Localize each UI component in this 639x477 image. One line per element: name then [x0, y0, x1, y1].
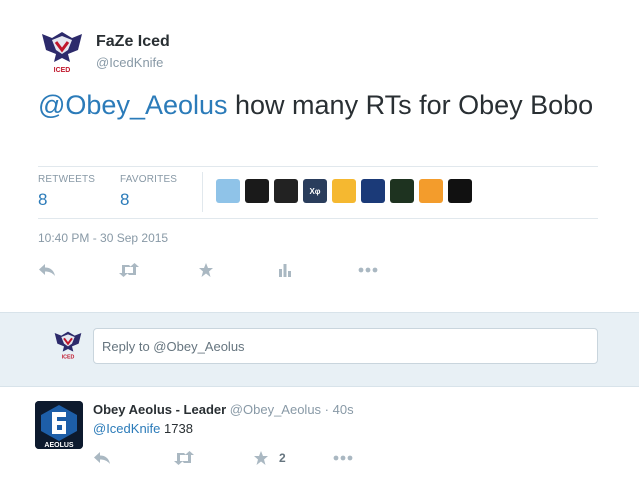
author-name[interactable]: FaZe Iced [96, 33, 170, 51]
reply-icon [94, 452, 110, 464]
retweet-icon [174, 451, 194, 465]
stats-separator [202, 172, 203, 212]
reply-tweet: AEOLUS Obey Aeolus - Leader @Obey_Aeolus… [0, 390, 639, 477]
favorites-count[interactable]: 8 [120, 190, 177, 210]
reply-favorite-count: 2 [279, 451, 286, 465]
reply-retweet-action[interactable] [173, 449, 253, 467]
favorite-action[interactable] [198, 261, 278, 279]
avatar-text: ICED [54, 67, 71, 74]
avatar-face-9[interactable] [448, 179, 472, 203]
reply-reply-action[interactable] [93, 449, 173, 467]
reply-favorite-action[interactable]: 2 [253, 449, 333, 467]
reply-icon [39, 264, 55, 276]
reply-input[interactable]: Reply to @Obey_Aeolus [93, 328, 598, 364]
stats-divider-top [38, 166, 598, 167]
reply-text-body: 1738 [160, 421, 193, 436]
star-icon [199, 263, 213, 277]
avatar-face-5[interactable] [332, 179, 356, 203]
reply-tweet-actions: 2 [93, 449, 413, 467]
tweet-actions [38, 261, 438, 279]
reply-time[interactable]: · 40s [325, 402, 354, 417]
avatar-face-8[interactable] [419, 179, 443, 203]
retweets-stat[interactable]: RETWEETS 8 [38, 174, 95, 210]
avatar-face-3[interactable] [274, 179, 298, 203]
more-action[interactable] [358, 261, 438, 279]
avatar-face-6[interactable] [361, 179, 385, 203]
current-user-avatar: ICED [52, 329, 84, 361]
reply-author-handle[interactable]: @Obey_Aeolus [230, 402, 321, 417]
main-tweet: ICED FaZe Iced @IcedKnife @Obey_Aeolus h… [0, 0, 639, 312]
stats-action[interactable] [278, 261, 358, 279]
reply-avatar-text: AEOLUS [44, 442, 74, 449]
retweets-label: RETWEETS [38, 174, 96, 185]
retweet-action[interactable] [118, 261, 198, 279]
tweet-timestamp[interactable]: 10:40 PM - 30 Sep 2015 [38, 231, 168, 245]
avatar-face-1[interactable] [216, 179, 240, 203]
current-user-avatar-text: ICED [62, 354, 75, 360]
more-dots-icon [333, 455, 353, 461]
favoriter-avatars: Xφ [216, 179, 472, 203]
reply-header: Obey Aeolus - Leader @Obey_Aeolus · 40s [93, 402, 354, 417]
retweet-icon [119, 263, 139, 277]
star-icon [254, 451, 268, 465]
favorites-label: FAVORITES [120, 174, 178, 185]
bar-chart-icon [279, 264, 291, 277]
tweet-mention-link[interactable]: @Obey_Aeolus [38, 90, 228, 120]
avatar-face-2[interactable] [245, 179, 269, 203]
reply-author-name[interactable]: Obey Aeolus - Leader [93, 402, 226, 417]
avatar-face-4[interactable]: Xφ [303, 179, 327, 203]
author-handle[interactable]: @IcedKnife [96, 55, 163, 70]
reply-author-avatar[interactable]: AEOLUS [35, 401, 83, 449]
retweets-count[interactable]: 8 [38, 190, 95, 210]
reply-composer: ICED Reply to @Obey_Aeolus [0, 312, 639, 387]
more-dots-icon [358, 267, 378, 273]
author-avatar[interactable]: ICED [38, 28, 86, 76]
reply-mention-link[interactable]: @IcedKnife [93, 421, 160, 436]
favorites-stat[interactable]: FAVORITES 8 [120, 174, 177, 210]
reply-text: @IcedKnife 1738 [93, 421, 193, 436]
tweet-text-body: how many RTs for Obey Bobo [227, 90, 594, 120]
stats-divider-bottom [38, 218, 598, 219]
reply-more-action[interactable] [333, 449, 413, 467]
reply-action[interactable] [38, 261, 118, 279]
tweet-text: @Obey_Aeolus how many RTs for Obey Bobo [38, 88, 618, 122]
avatar-face-7[interactable] [390, 179, 414, 203]
